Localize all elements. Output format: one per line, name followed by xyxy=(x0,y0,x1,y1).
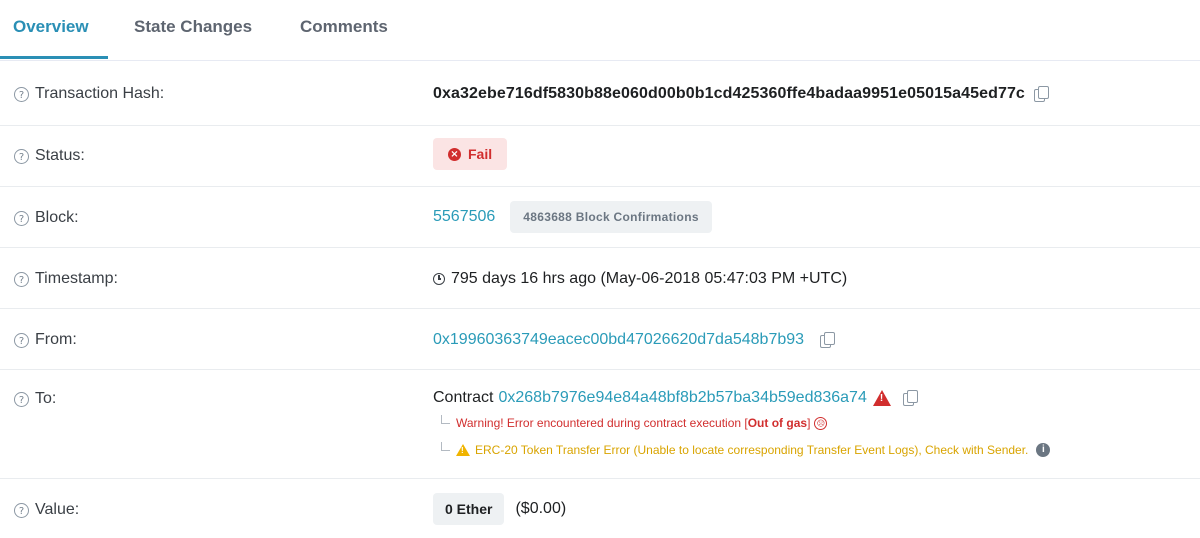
transaction-hash-row: ? Transaction Hash: 0xa32ebe716df5830b88… xyxy=(0,61,1200,126)
fail-icon: × xyxy=(448,147,461,161)
copy-from-address-icon[interactable] xyxy=(820,332,836,348)
help-icon[interactable]: ? xyxy=(14,148,29,164)
status-value: Fail xyxy=(468,146,493,162)
help-icon[interactable]: ? xyxy=(14,332,29,348)
clock-icon xyxy=(433,273,445,285)
info-icon[interactable]: i xyxy=(1036,443,1051,457)
help-icon[interactable]: ? xyxy=(14,271,29,287)
ether-value-badge: 0 Ether xyxy=(433,493,505,525)
help-icon[interactable]: ? xyxy=(14,86,29,102)
copy-to-address-icon[interactable] xyxy=(902,390,919,406)
block-label: Block: xyxy=(35,209,79,226)
warning-text: Warning! Error encountered during contra… xyxy=(456,416,748,430)
warning-close: ] xyxy=(807,416,811,430)
help-icon[interactable]: ? xyxy=(14,502,29,518)
tree-elbow xyxy=(441,441,450,451)
tree-elbow xyxy=(441,414,450,424)
value-label: Value: xyxy=(35,501,80,518)
block-confirmations-badge: 4863688 Block Confirmations xyxy=(510,201,712,233)
timestamp-row: ? Timestamp: 795 days 16 hrs ago (May-06… xyxy=(0,248,1200,309)
erc20-error-text: ERC-20 Token Transfer Error (Unable to l… xyxy=(475,443,1029,457)
block-number-link[interactable]: 5567506 xyxy=(433,208,495,226)
help-icon[interactable]: ? xyxy=(14,210,29,226)
to-contract-prefix: Contract xyxy=(433,389,494,406)
to-label: To: xyxy=(35,390,57,407)
from-address-link[interactable]: 0x19960363749eacec00bd47026620d7da548b7b… xyxy=(433,331,804,349)
value-row: ? Value: 0 Ether ($0.00) xyxy=(0,479,1200,538)
block-row: ? Block: 5567506 4863688 Block Confirmat… xyxy=(0,187,1200,248)
warning-triangle-icon: ! xyxy=(456,444,470,456)
sad-face-icon: ☹ xyxy=(814,416,828,430)
to-row: ? To: Contract 0x268b7976e94e84a48bf8b2b… xyxy=(0,370,1200,479)
from-row: ? From: 0x19960363749eacec00bd47026620d7… xyxy=(0,309,1200,370)
copy-hash-icon[interactable] xyxy=(1033,86,1050,102)
to-contract-address-link[interactable]: 0x268b7976e94e84a48bf8b2b57ba34b59ed836a… xyxy=(498,389,866,407)
active-tab-indicator xyxy=(0,56,108,59)
tab-overview[interactable]: Overview xyxy=(13,17,89,37)
status-badge: × Fail xyxy=(433,138,508,170)
transaction-hash-value: 0xa32ebe716df5830b88e060d00b0b1cd425360f… xyxy=(433,85,1025,102)
erc20-transfer-error: ! ERC-20 Token Transfer Error (Unable to… xyxy=(441,441,1051,457)
tab-bar: Overview State Changes Comments xyxy=(0,0,1200,61)
timestamp-value: 795 days 16 hrs ago (May-06-2018 05:47:0… xyxy=(451,270,848,287)
status-label: Status: xyxy=(35,147,85,164)
tab-comments[interactable]: Comments xyxy=(300,17,388,37)
usd-value: ($0.00) xyxy=(515,500,567,517)
from-label: From: xyxy=(35,331,77,348)
help-icon[interactable]: ? xyxy=(14,391,29,407)
status-row: ? Status: × Fail xyxy=(0,126,1200,187)
transaction-hash-label: Transaction Hash: xyxy=(35,85,165,102)
contract-execution-warning: Warning! Error encountered during contra… xyxy=(441,414,828,430)
timestamp-label: Timestamp: xyxy=(35,270,118,287)
tab-state-changes[interactable]: State Changes xyxy=(134,17,252,37)
alert-triangle-icon: ! xyxy=(872,390,891,406)
warning-out-of-gas: Out of gas xyxy=(747,416,808,430)
